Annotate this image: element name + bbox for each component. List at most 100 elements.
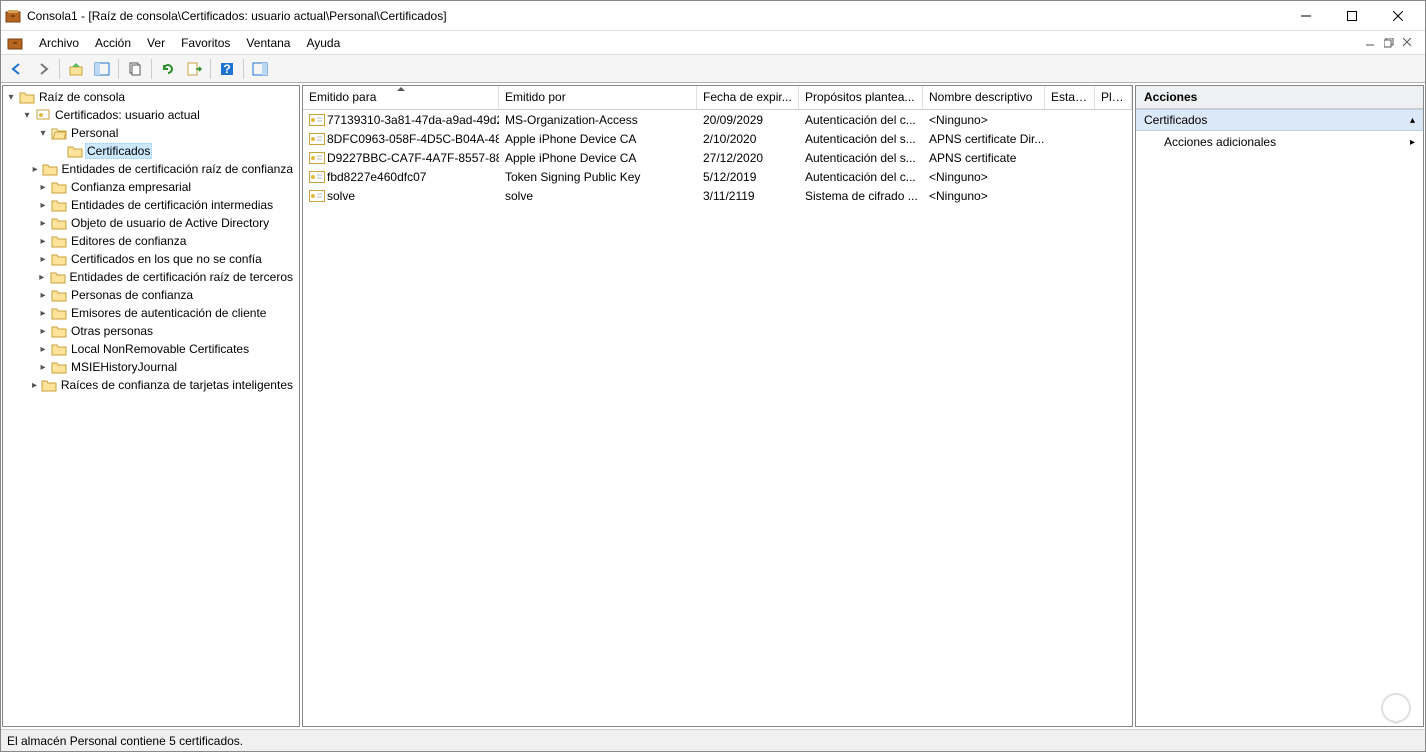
cell: 3/11/2119 [697, 189, 799, 203]
menu-ver[interactable]: Ver [139, 34, 173, 52]
cell: 8DFC0963-058F-4D5C-B04A-48... [303, 132, 499, 146]
column-nombre-descriptivo[interactable]: Nombre descriptivo [923, 86, 1045, 109]
mdi-close-button[interactable] [1399, 36, 1415, 50]
certificate-row[interactable]: fbd8227e460dfc07Token Signing Public Key… [303, 167, 1132, 186]
tree-root[interactable]: ▾ Raíz de consola [3, 88, 299, 106]
column-emitido-por[interactable]: Emitido por [499, 86, 697, 109]
list-pane: Emitido para Emitido por Fecha de expir.… [302, 85, 1133, 727]
svg-text:?: ? [223, 62, 230, 76]
menu-archivo[interactable]: Archivo [31, 34, 87, 52]
menu-accion[interactable]: Acción [87, 34, 139, 52]
tree-node[interactable]: ▸Certificados en los que no se confía [3, 250, 299, 268]
window-title: Consola1 - [Raíz de consola\Certificados… [27, 9, 1283, 23]
tree-node[interactable]: ▸Local NonRemovable Certificates [3, 340, 299, 358]
tree-pane: ▾ Raíz de consola ▾ Certificados: usuari… [2, 85, 300, 727]
actions-header: Acciones [1136, 86, 1423, 109]
minimize-button[interactable] [1283, 2, 1329, 30]
tree[interactable]: ▾ Raíz de consola ▾ Certificados: usuari… [3, 86, 299, 709]
tree-node[interactable]: ▸Raíces de confianza de tarjetas intelig… [3, 376, 299, 394]
status-bar: El almacén Personal contiene 5 certifica… [1, 729, 1425, 751]
cell: Autenticación del s... [799, 151, 923, 165]
column-propositos[interactable]: Propósitos plantea... [799, 86, 923, 109]
console-root-icon [19, 89, 35, 105]
folder-open-icon [51, 125, 67, 141]
list-body[interactable]: 77139310-3a81-47da-a9ad-49d2...MS-Organi… [303, 110, 1132, 709]
app-icon [5, 8, 21, 24]
export-button[interactable] [182, 57, 206, 81]
cell: <Ninguno> [923, 113, 1045, 127]
maximize-button[interactable] [1329, 2, 1375, 30]
cell: 27/12/2020 [697, 151, 799, 165]
folder-icon [51, 287, 67, 303]
certificate-row[interactable]: 8DFC0963-058F-4D5C-B04A-48...Apple iPhon… [303, 129, 1132, 148]
folder-icon [51, 305, 67, 321]
title-bar: Consola1 - [Raíz de consola\Certificados… [1, 1, 1425, 31]
menu-bar: Archivo Acción Ver Favoritos Ventana Ayu… [1, 31, 1425, 55]
main-area: ▾ Raíz de consola ▾ Certificados: usuari… [1, 83, 1425, 729]
certificate-row[interactable]: 77139310-3a81-47da-a9ad-49d2...MS-Organi… [303, 110, 1132, 129]
close-button[interactable] [1375, 2, 1421, 30]
folder-icon [51, 251, 67, 267]
show-hide-actions-button[interactable] [248, 57, 272, 81]
folder-icon [50, 269, 66, 285]
tree-node[interactable]: ▸Objeto de usuario de Active Directory [3, 214, 299, 232]
folder-icon [51, 179, 67, 195]
cell: 5/12/2019 [697, 170, 799, 184]
list-horizontal-scrollbar[interactable] [303, 709, 1132, 726]
cell: Autenticación del s... [799, 132, 923, 146]
forward-button[interactable] [31, 57, 55, 81]
cell: 20/09/2029 [697, 113, 799, 127]
list-header: Emitido para Emitido por Fecha de expir.… [303, 86, 1132, 110]
column-plantilla[interactable]: Plan [1095, 86, 1132, 109]
menu-favoritos[interactable]: Favoritos [173, 34, 238, 52]
tree-certificados[interactable]: Certificados [3, 142, 299, 160]
folder-icon [51, 341, 67, 357]
cell: 2/10/2020 [697, 132, 799, 146]
up-button[interactable] [64, 57, 88, 81]
tree-node[interactable]: ▸Emisores de autenticación de cliente [3, 304, 299, 322]
cell: MS-Organization-Access [499, 113, 697, 127]
column-estado[interactable]: Estado [1045, 86, 1095, 109]
certificate-row[interactable]: D9227BBC-CA7F-4A7F-8557-88...Apple iPhon… [303, 148, 1132, 167]
folder-icon [51, 215, 67, 231]
certificate-store-icon [35, 107, 51, 123]
mdi-restore-button[interactable] [1381, 36, 1397, 50]
tree-cert-user[interactable]: ▾ Certificados: usuario actual [3, 106, 299, 124]
tree-node[interactable]: ▸Entidades de certificación raíz de conf… [3, 160, 299, 178]
cell: APNS certificate [923, 151, 1045, 165]
folder-icon [51, 323, 67, 339]
tree-node[interactable]: ▸Editores de confianza [3, 232, 299, 250]
actions-section-certificados[interactable]: Certificados ▴ [1136, 109, 1423, 131]
cell: Autenticación del c... [799, 113, 923, 127]
cell: Token Signing Public Key [499, 170, 697, 184]
help-button[interactable]: ? [215, 57, 239, 81]
submenu-icon: ▸ [1410, 137, 1415, 148]
mdi-minimize-button[interactable] [1363, 36, 1379, 50]
tree-horizontal-scrollbar[interactable] [3, 709, 299, 726]
tree-node[interactable]: ▸Entidades de certificación raíz de terc… [3, 268, 299, 286]
copy-button[interactable] [123, 57, 147, 81]
tree-personal[interactable]: ▾ Personal [3, 124, 299, 142]
folder-icon [67, 143, 83, 159]
cell: Apple iPhone Device CA [499, 151, 697, 165]
folder-icon [51, 233, 67, 249]
show-hide-tree-button[interactable] [90, 57, 114, 81]
tree-node[interactable]: ▸Confianza empresarial [3, 178, 299, 196]
menu-ventana[interactable]: Ventana [238, 34, 298, 52]
tree-node[interactable]: ▸Entidades de certificación intermedias [3, 196, 299, 214]
mmc-icon [7, 35, 23, 51]
tree-node[interactable]: ▸Otras personas [3, 322, 299, 340]
tree-node[interactable]: ▸Personas de confianza [3, 286, 299, 304]
column-emitido-para[interactable]: Emitido para [303, 86, 499, 109]
column-fecha-expiracion[interactable]: Fecha de expir... [697, 86, 799, 109]
refresh-button[interactable] [156, 57, 180, 81]
folder-icon [51, 359, 67, 375]
menu-ayuda[interactable]: Ayuda [298, 34, 348, 52]
actions-more[interactable]: Acciones adicionales ▸ [1136, 131, 1423, 153]
status-text: El almacén Personal contiene 5 certifica… [7, 734, 243, 748]
back-button[interactable] [5, 57, 29, 81]
certificate-row[interactable]: solvesolve3/11/2119Sistema de cifrado ..… [303, 186, 1132, 205]
cell: APNS certificate Dir... [923, 132, 1045, 146]
cell: solve [499, 189, 697, 203]
tree-node[interactable]: ▸MSIEHistoryJournal [3, 358, 299, 376]
